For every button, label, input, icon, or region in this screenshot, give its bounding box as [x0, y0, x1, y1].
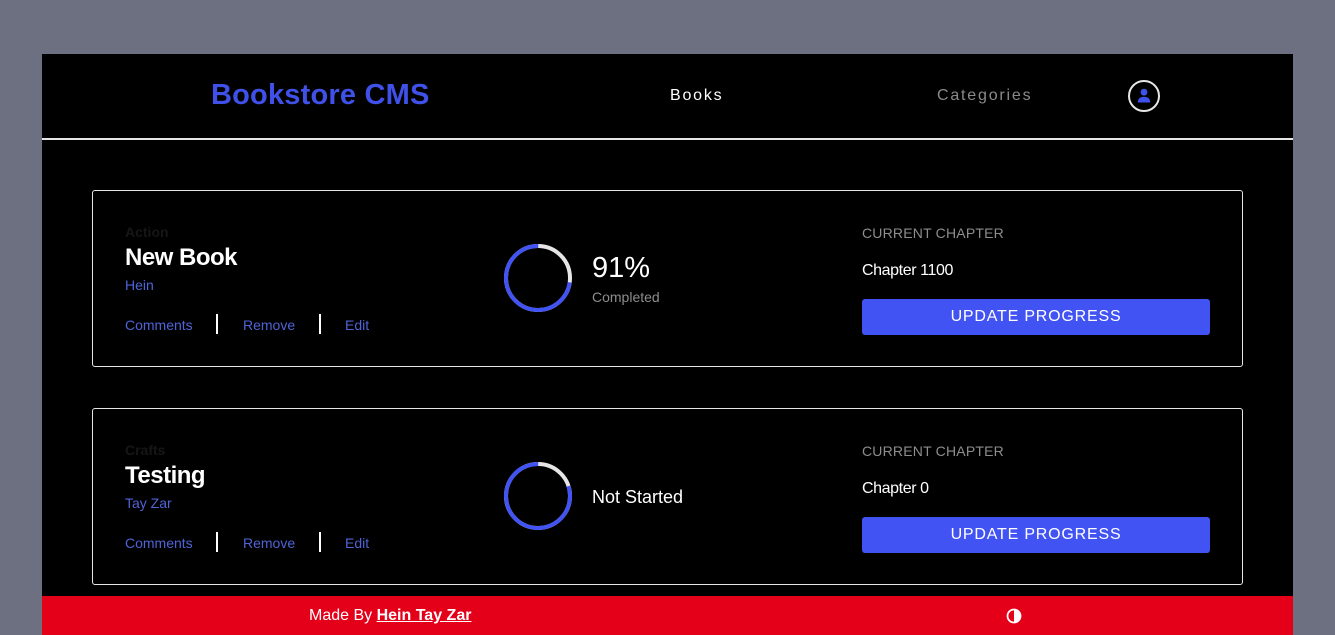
progress-percent: 91% — [592, 252, 651, 284]
progress-ring — [504, 462, 572, 530]
book-category: Action — [125, 224, 169, 240]
edit-button[interactable]: Edit — [345, 535, 369, 551]
action-divider — [319, 314, 321, 334]
progress-ring — [504, 244, 572, 312]
book-card: Action New Book Hein Comments Remove Edi… — [92, 190, 1243, 367]
progress-ring-fill — [504, 244, 572, 312]
nav-books-link[interactable]: Books — [670, 87, 723, 105]
comments-button[interactable]: Comments — [125, 317, 193, 333]
remove-button[interactable]: Remove — [243, 317, 295, 333]
footer-credit: Made By Hein Tay Zar — [309, 607, 471, 625]
book-title: New Book — [125, 244, 238, 271]
update-progress-button[interactable]: UPDATE PROGRESS — [862, 517, 1210, 553]
comments-button[interactable]: Comments — [125, 535, 193, 551]
brand-title[interactable]: Bookstore CMS — [211, 79, 430, 112]
current-chapter-value: Chapter 0 — [862, 480, 929, 497]
app-container: Bookstore CMS Books Categories Action Ne… — [42, 54, 1293, 635]
book-category: Crafts — [125, 442, 166, 458]
user-icon — [1137, 88, 1151, 103]
progress-status: Not Started — [592, 487, 684, 507]
edit-button[interactable]: Edit — [345, 317, 369, 333]
current-chapter-value: Chapter 1100 — [862, 262, 953, 279]
current-chapter-label: CURRENT CHAPTER — [862, 225, 1004, 241]
footer: Made By Hein Tay Zar — [42, 596, 1293, 635]
book-card: Crafts Testing Tay Zar Comments Remove E… — [92, 408, 1243, 585]
book-author[interactable]: Hein — [125, 277, 154, 293]
nav-categories-link[interactable]: Categories — [937, 87, 1032, 105]
current-chapter-label: CURRENT CHAPTER — [862, 443, 1004, 459]
book-title: Testing — [125, 462, 206, 489]
book-author[interactable]: Tay Zar — [125, 495, 172, 511]
progress-status: Completed — [592, 289, 660, 305]
remove-button[interactable]: Remove — [243, 535, 295, 551]
contrast-icon[interactable] — [1006, 608, 1022, 624]
made-by-label: Made By — [309, 607, 373, 624]
action-divider — [216, 314, 218, 334]
author-link[interactable]: Hein Tay Zar — [377, 607, 472, 624]
update-progress-button[interactable]: UPDATE PROGRESS — [862, 299, 1210, 335]
user-account-button[interactable] — [1128, 80, 1160, 112]
action-divider — [216, 532, 218, 552]
action-divider — [319, 532, 321, 552]
header: Bookstore CMS Books Categories — [42, 54, 1293, 140]
progress-ring-fill — [504, 462, 572, 530]
